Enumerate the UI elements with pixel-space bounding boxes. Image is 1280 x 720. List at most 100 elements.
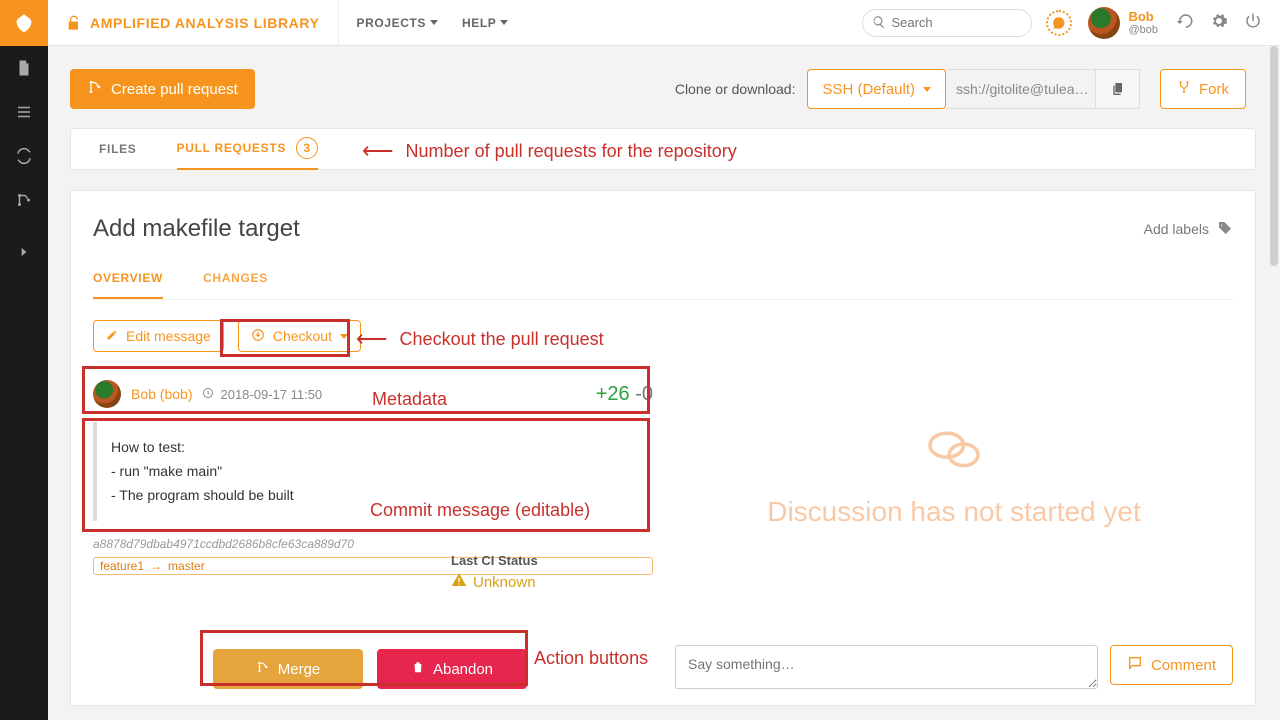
rail-sync-icon[interactable] [0, 134, 48, 178]
scrollbar-thumb[interactable] [1270, 46, 1278, 266]
tab-pull-requests[interactable]: PULL REQUESTS 3 [177, 128, 319, 170]
clone-url[interactable]: ssh://gitolite@tulea… [946, 69, 1096, 109]
search-input[interactable] [862, 9, 1032, 37]
pr-count-badge: 3 [296, 137, 318, 159]
search-icon [872, 15, 886, 32]
pr-panel: Add makefile target Add labels OVERVIEW … [70, 190, 1256, 706]
pr-subtabs: OVERVIEW CHANGES [93, 271, 1233, 300]
discussion-column: Discussion has not started yet Comment [675, 320, 1233, 689]
project-title[interactable]: AMPLIFIED ANALYSIS LIBRARY [66, 15, 320, 31]
scrollbar[interactable] [1268, 46, 1280, 720]
subtab-changes-label: CHANGES [203, 271, 268, 285]
abandon-button[interactable]: Abandon [377, 649, 527, 689]
topbar-divider [338, 0, 339, 46]
create-pr-label: Create pull request [111, 81, 238, 98]
rail-git-icon[interactable] [0, 178, 48, 222]
copy-url-button[interactable] [1096, 69, 1140, 109]
tab-pr-label: PULL REQUESTS [177, 141, 287, 155]
branch-flow: feature1 → master [93, 557, 653, 575]
history-icon[interactable] [1176, 12, 1194, 33]
comment-row: Comment [675, 645, 1233, 689]
add-labels-text: Add labels [1144, 221, 1209, 237]
commit-msg-line: - run "make main" [111, 460, 643, 484]
annotation-metadata-text: Metadata [372, 389, 447, 410]
fork-button[interactable]: Fork [1160, 69, 1246, 109]
annotation-checkout-text: Checkout the pull request [400, 329, 604, 350]
subtab-overview-label: OVERVIEW [93, 271, 163, 285]
help-bubble-icon[interactable] [1046, 10, 1072, 36]
pr-title: Add makefile target [93, 215, 300, 243]
annotation-actions-text: Action buttons [534, 648, 648, 669]
menu-projects-label: PROJECTS [357, 16, 426, 30]
comment-label: Comment [1151, 657, 1216, 674]
clone-label: Clone or download: [675, 81, 796, 97]
tag-icon [1217, 220, 1233, 239]
comment-button[interactable]: Comment [1110, 645, 1233, 685]
ci-status-label: Last CI Status [451, 553, 538, 568]
add-labels[interactable]: Add labels [1144, 220, 1233, 239]
git-merge-icon [87, 79, 103, 99]
clone-protocol-select[interactable]: SSH (Default) [807, 69, 946, 109]
menu-projects[interactable]: PROJECTS [357, 16, 438, 30]
chevron-down-icon [500, 20, 508, 25]
top-icons [1176, 12, 1262, 33]
annotation-actions: Action buttons [534, 648, 648, 669]
subtab-changes[interactable]: CHANGES [203, 271, 268, 299]
subtab-overview[interactable]: OVERVIEW [93, 271, 163, 299]
unlock-icon [66, 15, 82, 31]
abandon-label: Abandon [433, 661, 493, 678]
app-logo[interactable] [0, 0, 48, 46]
discussion-empty: Discussion has not started yet [675, 320, 1233, 633]
branch-source: feature1 [100, 559, 144, 573]
annotation-pr-count-text: Number of pull requests for the reposito… [406, 141, 737, 162]
annotation-commit: Commit message (editable) [370, 500, 590, 521]
user-names: Bob @bob [1128, 9, 1158, 36]
rail-list-icon[interactable] [0, 90, 48, 134]
git-merge-icon [256, 660, 270, 678]
top-menu: PROJECTS HELP [357, 16, 509, 30]
menu-help[interactable]: HELP [462, 16, 508, 30]
pr-date: 2018-09-17 11:50 [202, 387, 322, 402]
annotation-pr-count: ⟵ Number of pull requests for the reposi… [362, 138, 737, 164]
checkout-label: Checkout [273, 328, 332, 344]
clock-icon [202, 387, 214, 402]
avatar [1088, 7, 1120, 39]
ci-status: Last CI Status Unknown [451, 553, 538, 592]
commit-hash: a8878d79dbab4971ccdbd2686b8cfe63ca889d70 [93, 537, 653, 551]
tab-files-label: FILES [99, 142, 137, 156]
chevron-down-icon [340, 334, 348, 339]
project-title-text: AMPLIFIED ANALYSIS LIBRARY [90, 15, 320, 31]
rail-docs-icon[interactable] [0, 46, 48, 90]
merge-button[interactable]: Merge [213, 649, 363, 689]
user-name: Bob [1128, 9, 1158, 24]
create-pr-button[interactable]: Create pull request [70, 69, 255, 109]
edit-message-button[interactable]: Edit message [93, 320, 224, 352]
author-name[interactable]: Bob (bob) [131, 386, 192, 402]
discussion-empty-text: Discussion has not started yet [767, 496, 1141, 528]
annotation-metadata: Metadata [372, 389, 447, 410]
arrow-right-icon: → [150, 559, 162, 573]
panel-head: Add makefile target Add labels [93, 215, 1233, 243]
trash-icon [411, 660, 425, 678]
clone-protocol-label: SSH (Default) [822, 81, 915, 98]
topbar: AMPLIFIED ANALYSIS LIBRARY PROJECTS HELP… [48, 0, 1280, 46]
user-block[interactable]: Bob @bob [1088, 7, 1158, 39]
comment-input[interactable] [675, 645, 1098, 689]
arrow-left-icon: ⟵ [362, 138, 394, 164]
power-icon[interactable] [1244, 12, 1262, 33]
clone-group: SSH (Default) ssh://gitolite@tulea… [807, 69, 1140, 109]
rail-expand-icon[interactable] [0, 230, 48, 274]
clone-url-text: ssh://gitolite@tulea… [956, 81, 1089, 97]
diff-stats: +26 -0 [596, 383, 653, 406]
checkout-button[interactable]: Checkout [238, 320, 361, 352]
annotation-checkout: ⟵Checkout the pull request [356, 326, 604, 352]
user-handle: @bob [1128, 24, 1158, 36]
menu-help-label: HELP [462, 16, 496, 30]
chevron-down-icon [430, 20, 438, 25]
fork-icon [1177, 80, 1191, 98]
tab-files[interactable]: FILES [99, 128, 137, 170]
repo-toolbar: Create pull request Clone or download: S… [48, 46, 1268, 132]
download-circle-icon [251, 328, 265, 345]
gear-icon[interactable] [1210, 12, 1228, 33]
diff-additions: +26 [596, 383, 630, 405]
